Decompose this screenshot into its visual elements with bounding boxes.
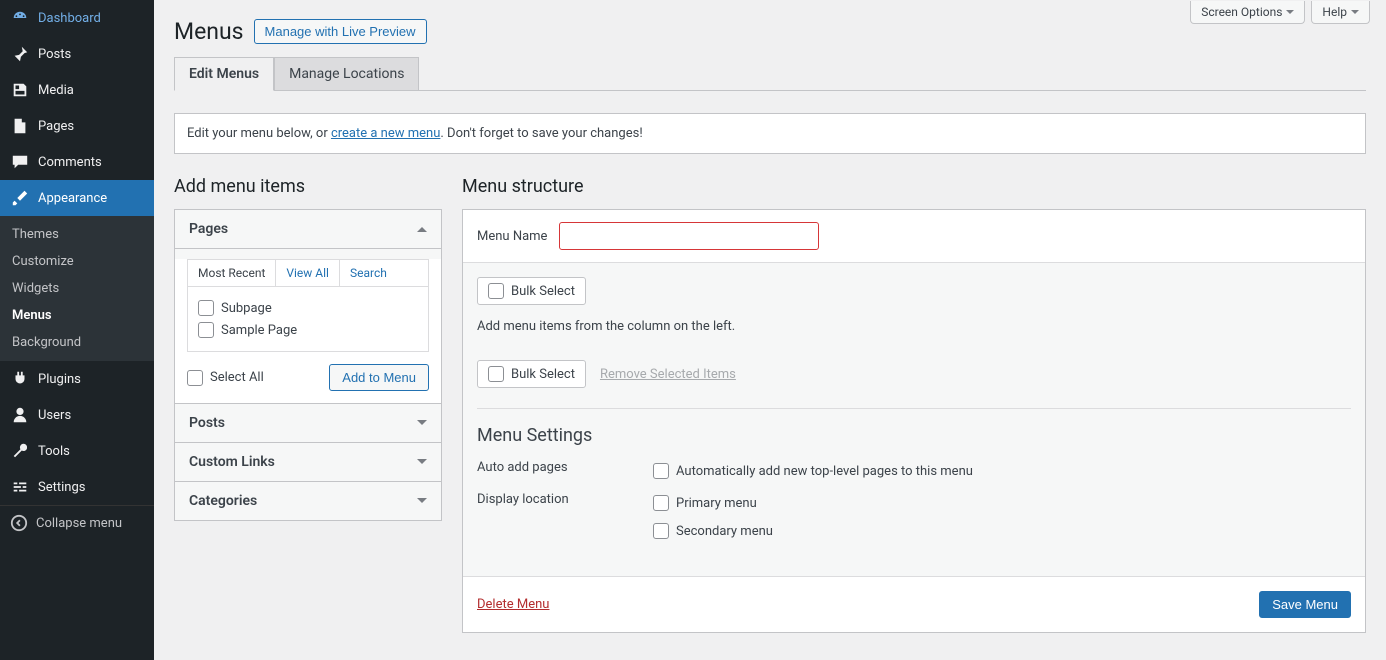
plug-icon [10, 369, 30, 389]
help-button[interactable]: Help [1311, 1, 1370, 24]
tab-most-recent[interactable]: Most Recent [188, 260, 276, 286]
sidebar-item-label: Settings [38, 480, 85, 495]
admin-sidebar: Dashboard Posts Media Pages Comments App… [0, 0, 154, 660]
dashboard-icon [10, 8, 30, 28]
collapse-menu[interactable]: Collapse menu [0, 505, 154, 540]
sidebar-item-comments[interactable]: Comments [0, 144, 154, 180]
caret-down-icon [1286, 10, 1294, 18]
checkbox-bulk-top[interactable] [488, 283, 504, 299]
sidebar-item-label: Dashboard [38, 11, 101, 26]
page-item-label: Subpage [221, 301, 272, 316]
sidebar-item-label: Tools [38, 444, 70, 459]
checkbox-secondary-menu[interactable] [653, 523, 669, 539]
select-all-label: Select All [210, 370, 264, 385]
auto-add-option-label: Automatically add new top-level pages to… [676, 464, 973, 479]
sidebar-item-dashboard[interactable]: Dashboard [0, 0, 154, 36]
caret-down-icon [417, 459, 427, 469]
submenu-background[interactable]: Background [0, 329, 154, 356]
submenu-widgets[interactable]: Widgets [0, 275, 154, 302]
tab-view-all[interactable]: View All [276, 260, 340, 286]
checkbox-auto-add[interactable] [653, 463, 669, 479]
bulk-select-top[interactable]: Bulk Select [477, 277, 586, 305]
menu-structure-heading: Menu structure [462, 176, 1366, 197]
sidebar-item-label: Users [38, 408, 71, 423]
panel-categories-header[interactable]: Categories [175, 482, 441, 520]
caret-down-icon [417, 420, 427, 430]
tab-search[interactable]: Search [340, 260, 397, 286]
sidebar-item-posts[interactable]: Posts [0, 36, 154, 72]
sidebar-item-label: Pages [38, 119, 74, 134]
display-location-label: Display location [477, 492, 653, 507]
panel-posts-header[interactable]: Posts [175, 404, 441, 443]
sidebar-item-label: Media [38, 83, 74, 98]
secondary-menu-label: Secondary menu [676, 524, 773, 539]
wrench-icon [10, 441, 30, 461]
primary-menu-label: Primary menu [676, 496, 757, 511]
submenu-menus[interactable]: Menus [0, 302, 154, 329]
create-menu-link[interactable]: create a new menu [331, 126, 440, 141]
sidebar-item-label: Posts [38, 47, 71, 62]
appearance-submenu: Themes Customize Widgets Menus Backgroun… [0, 216, 154, 361]
sidebar-item-media[interactable]: Media [0, 72, 154, 108]
panel-custom-links-header[interactable]: Custom Links [175, 443, 441, 482]
brush-icon [10, 188, 30, 208]
sidebar-item-users[interactable]: Users [0, 397, 154, 433]
caret-down-icon [1351, 10, 1359, 18]
checkbox-bulk-bottom[interactable] [488, 366, 504, 382]
add-to-menu-button[interactable]: Add to Menu [329, 364, 429, 391]
empty-menu-message: Add menu items from the column on the le… [477, 319, 1351, 334]
collapse-icon [10, 514, 28, 532]
menu-name-input[interactable] [559, 222, 819, 250]
edit-notice: Edit your menu below, or create a new me… [174, 113, 1366, 154]
checkbox-subpage[interactable] [198, 300, 214, 316]
sidebar-item-label: Plugins [38, 372, 81, 387]
sidebar-item-appearance[interactable]: Appearance [0, 180, 154, 216]
menu-name-label: Menu Name [477, 229, 547, 244]
checkbox-sample-page[interactable] [198, 322, 214, 338]
sidebar-item-plugins[interactable]: Plugins [0, 361, 154, 397]
tab-manage-locations[interactable]: Manage Locations [274, 57, 419, 91]
checkbox-select-all[interactable] [187, 370, 203, 386]
auto-add-label: Auto add pages [477, 460, 653, 475]
add-items-heading: Add menu items [174, 176, 442, 197]
panel-pages-header[interactable]: Pages [175, 210, 441, 249]
caret-up-icon [417, 222, 427, 232]
screen-options-button[interactable]: Screen Options [1190, 1, 1305, 24]
sidebar-item-settings[interactable]: Settings [0, 469, 154, 505]
remove-selected-link[interactable]: Remove Selected Items [600, 367, 736, 382]
submenu-themes[interactable]: Themes [0, 221, 154, 248]
delete-menu-link[interactable]: Delete Menu [477, 597, 549, 612]
page-icon [10, 116, 30, 136]
add-items-accordion: Pages Most Recent View All Search Subpag… [174, 209, 442, 521]
bulk-select-bottom[interactable]: Bulk Select [477, 360, 586, 388]
live-preview-button[interactable]: Manage with Live Preview [254, 19, 427, 44]
comment-icon [10, 152, 30, 172]
sidebar-item-tools[interactable]: Tools [0, 433, 154, 469]
save-menu-button[interactable]: Save Menu [1259, 591, 1351, 618]
page-item-label: Sample Page [221, 323, 297, 338]
caret-down-icon [417, 498, 427, 508]
sidebar-item-label: Comments [38, 155, 102, 170]
main-content: Screen Options Help Menus Manage with Li… [154, 0, 1386, 660]
user-icon [10, 405, 30, 425]
tab-edit-menus[interactable]: Edit Menus [174, 57, 274, 91]
collapse-label: Collapse menu [36, 516, 122, 531]
page-title: Menus [174, 18, 244, 45]
pin-icon [10, 44, 30, 64]
media-icon [10, 80, 30, 100]
sidebar-item-label: Appearance [38, 191, 107, 206]
sliders-icon [10, 477, 30, 497]
submenu-customize[interactable]: Customize [0, 248, 154, 275]
checkbox-primary-menu[interactable] [653, 495, 669, 511]
sidebar-item-pages[interactable]: Pages [0, 108, 154, 144]
menu-settings-heading: Menu Settings [477, 425, 1351, 446]
